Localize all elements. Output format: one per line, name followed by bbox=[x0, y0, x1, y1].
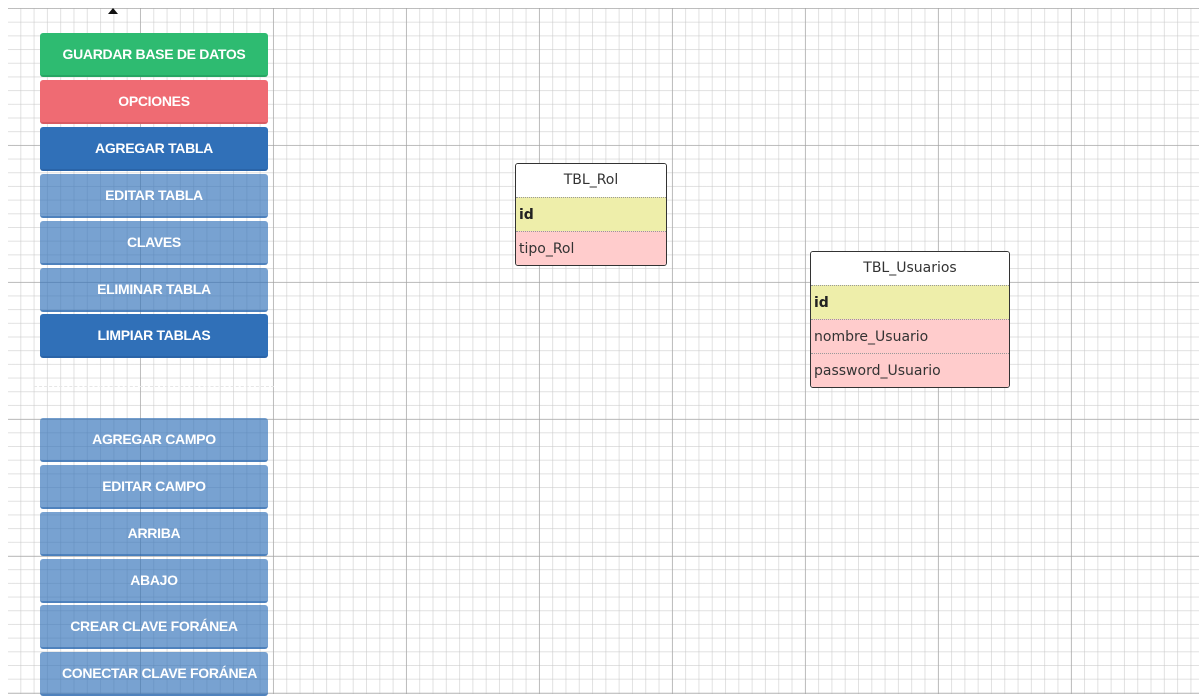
create-foreign-key-button[interactable]: CREAR CLAVE FORÁNEA bbox=[40, 605, 268, 649]
add-field-button[interactable]: AGREGAR CAMPO bbox=[40, 418, 268, 462]
table-title[interactable]: TBL_Rol bbox=[516, 164, 666, 197]
down-button[interactable]: ABAJO bbox=[40, 559, 268, 603]
field[interactable]: password_Usuario bbox=[811, 353, 1009, 387]
table-tbl-rol[interactable]: TBL_Rol id tipo_Rol bbox=[515, 163, 667, 266]
field-primary-key[interactable]: id bbox=[516, 197, 666, 231]
delete-table-button[interactable]: ELIMINAR TABLA bbox=[40, 268, 268, 312]
options-button[interactable]: OPCIONES bbox=[40, 80, 268, 124]
clear-tables-button[interactable]: LIMPIAR TABLAS bbox=[40, 314, 268, 358]
connect-foreign-key-button[interactable]: CONECTAR CLAVE FORÁNEA bbox=[40, 652, 268, 696]
toolbar-separator bbox=[34, 386, 274, 387]
up-button[interactable]: ARRIBA bbox=[40, 512, 268, 556]
table-tbl-usuarios[interactable]: TBL_Usuarios id nombre_Usuario password_… bbox=[810, 251, 1010, 388]
collapse-toolbar-icon[interactable] bbox=[108, 8, 118, 14]
save-database-button[interactable]: GUARDAR BASE DE DATOS bbox=[40, 33, 268, 77]
field[interactable]: tipo_Rol bbox=[516, 231, 666, 265]
edit-field-button[interactable]: EDITAR CAMPO bbox=[40, 465, 268, 509]
field-primary-key[interactable]: id bbox=[811, 285, 1009, 319]
edit-table-button[interactable]: EDITAR TABLA bbox=[40, 174, 268, 218]
add-table-button[interactable]: AGREGAR TABLA bbox=[40, 127, 268, 171]
table-title[interactable]: TBL_Usuarios bbox=[811, 252, 1009, 285]
keys-button[interactable]: CLAVES bbox=[40, 221, 268, 265]
field[interactable]: nombre_Usuario bbox=[811, 319, 1009, 353]
